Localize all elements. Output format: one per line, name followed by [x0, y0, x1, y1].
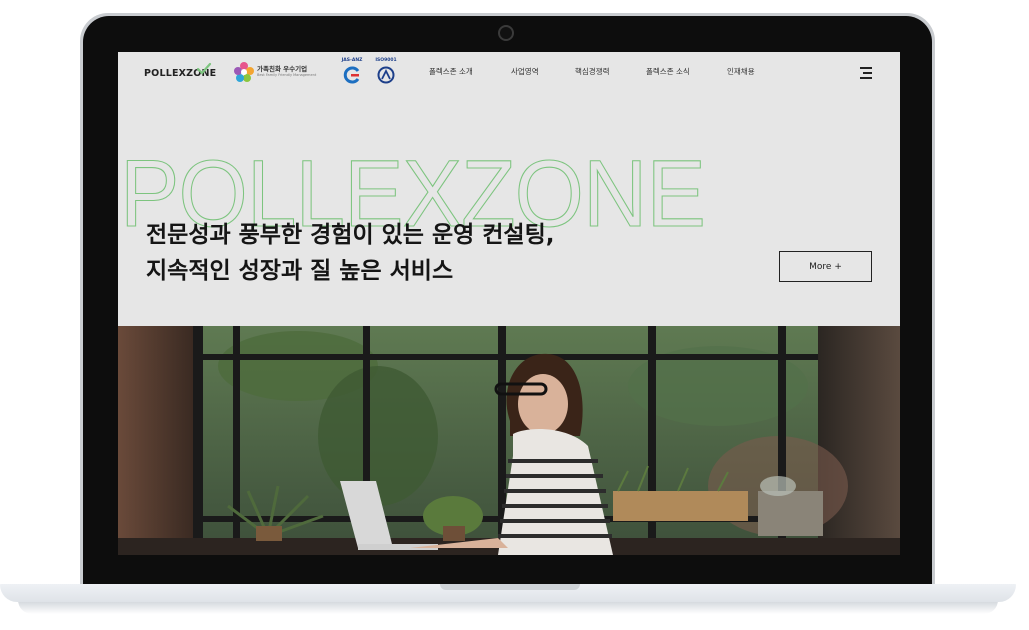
family-flower-icon [234, 62, 254, 82]
cert-badge-iso: ISO9001 [374, 58, 398, 88]
family-company-sub: Best Family Friendly Management [257, 73, 317, 77]
nav-item-competence[interactable]: 핵심경쟁력 [575, 66, 610, 77]
cert-label: JAS-ANZ [341, 58, 363, 63]
hero-line-1: 전문성과 풍부한 경험이 있는 운영 컨설팅, [146, 222, 555, 248]
cert-label: ISO9001 [375, 58, 397, 63]
nav-item-business[interactable]: 사업영역 [511, 66, 539, 77]
hero-photo [118, 326, 900, 555]
laptop-base-notch [440, 584, 580, 590]
cert-iso-icon [377, 66, 395, 84]
website-screen: POLLEXZONE 가족친화 우수기업 Best Family Friendl… [118, 52, 900, 555]
logo-check-icon [196, 62, 212, 75]
navbar: POLLEXZONE 가족친화 우수기업 Best Family Friendl… [118, 52, 900, 96]
cert-jas-anz-icon [343, 66, 360, 84]
nav-item-about[interactable]: 폴렉스존 소개 [429, 66, 473, 77]
cert-badge-jas-anz: JAS-ANZ [340, 58, 364, 88]
nav-item-careers[interactable]: 인재채용 [727, 66, 755, 77]
family-friendly-badge: 가족친화 우수기업 Best Family Friendly Managemen… [232, 60, 316, 86]
hero-line-2: 지속적인 성장과 질 높은 서비스 [146, 258, 454, 284]
more-button[interactable]: More + [779, 251, 872, 282]
menu-icon[interactable] [856, 64, 874, 80]
family-company-label: 가족친화 우수기업 [257, 65, 308, 73]
camera-icon [498, 25, 514, 41]
nav-item-news[interactable]: 폴렉스존 소식 [646, 66, 690, 77]
hero-tagline: 전문성과 풍부한 경험이 있는 운영 컨설팅, 지속적인 성장과 질 높은 서비… [146, 217, 555, 289]
laptop-base-shadow [18, 600, 998, 614]
